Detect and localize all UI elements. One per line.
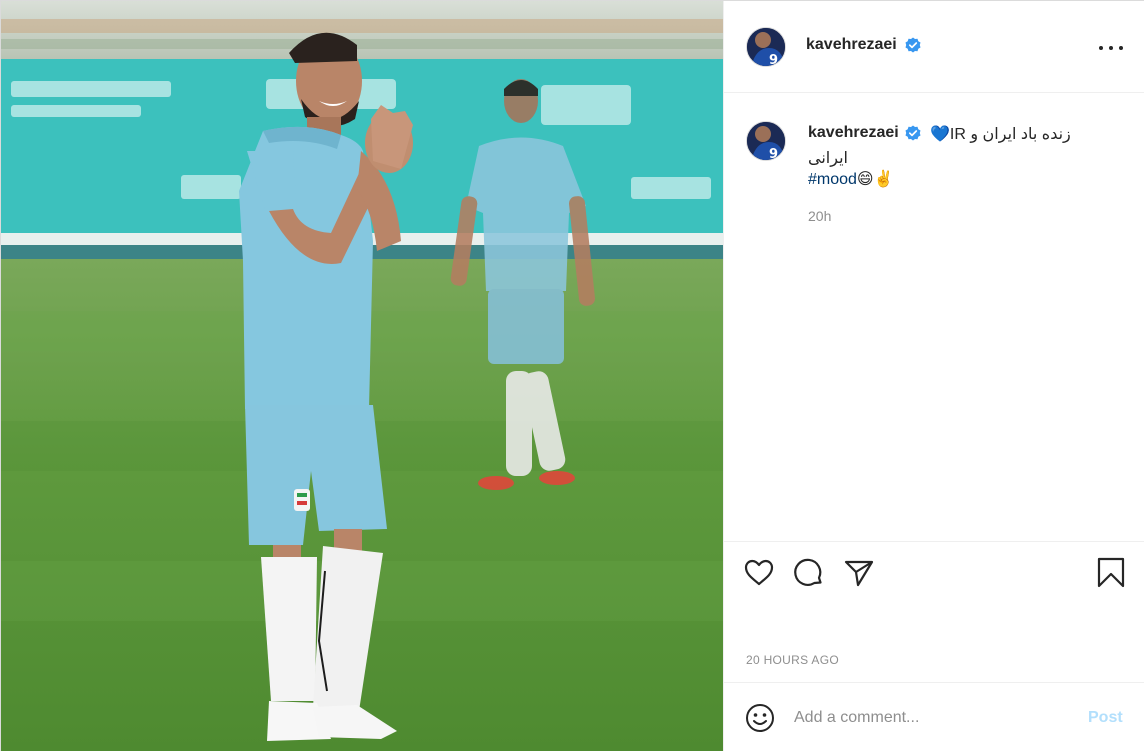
post-comment-button[interactable]: Post bbox=[1088, 709, 1123, 727]
verified-badge-icon bbox=[905, 125, 921, 141]
caption-line-1: زنده باد ایران و IR💙 bbox=[930, 124, 1080, 144]
post-timestamp: 20 HOURS AGO bbox=[746, 653, 839, 667]
post-header: 9 kavehrezaei bbox=[724, 1, 1144, 93]
blue-heart-emoji: 💙 bbox=[930, 124, 950, 143]
emoji-smile-icon[interactable] bbox=[744, 702, 776, 734]
heart-icon[interactable] bbox=[742, 556, 776, 590]
caption-area: 9 kavehrezaei زنده باد ایران و IR💙 ایران… bbox=[724, 93, 1144, 541]
svg-text:9: 9 bbox=[769, 147, 778, 161]
caption-line-3: #mood😄✌️ bbox=[808, 169, 894, 189]
caption-emojis: 😄✌️ bbox=[856, 169, 894, 188]
post-side-panel: 9 kavehrezaei 9 kavehrezaei زنده باد ایر… bbox=[723, 1, 1144, 751]
caption-timestamp: 20h bbox=[808, 208, 832, 224]
comment-bar: Post bbox=[724, 682, 1144, 751]
svg-text:9: 9 bbox=[769, 53, 778, 67]
caption-avatar[interactable]: 9 bbox=[746, 121, 786, 161]
avatar[interactable]: 9 bbox=[746, 27, 786, 67]
bookmark-icon[interactable] bbox=[1094, 556, 1128, 590]
post-actions bbox=[724, 541, 1144, 601]
hashtag-link[interactable]: #mood bbox=[808, 171, 857, 188]
instagram-post-modal: 9 kavehrezaei 9 kavehrezaei زنده باد ایر… bbox=[0, 0, 1144, 751]
username[interactable]: kavehrezaei bbox=[806, 36, 897, 54]
post-photo[interactable] bbox=[1, 1, 723, 751]
caption-text: زنده باد ایران و IR bbox=[949, 126, 1071, 143]
comment-bubble-icon[interactable] bbox=[792, 556, 826, 590]
verified-badge-icon bbox=[905, 37, 921, 53]
caption-line-2: ایرانی bbox=[808, 150, 848, 167]
caption-username[interactable]: kavehrezaei bbox=[808, 124, 899, 142]
paper-plane-icon[interactable] bbox=[842, 556, 876, 590]
more-options-icon[interactable] bbox=[1096, 37, 1126, 57]
comment-input[interactable] bbox=[794, 707, 1074, 729]
